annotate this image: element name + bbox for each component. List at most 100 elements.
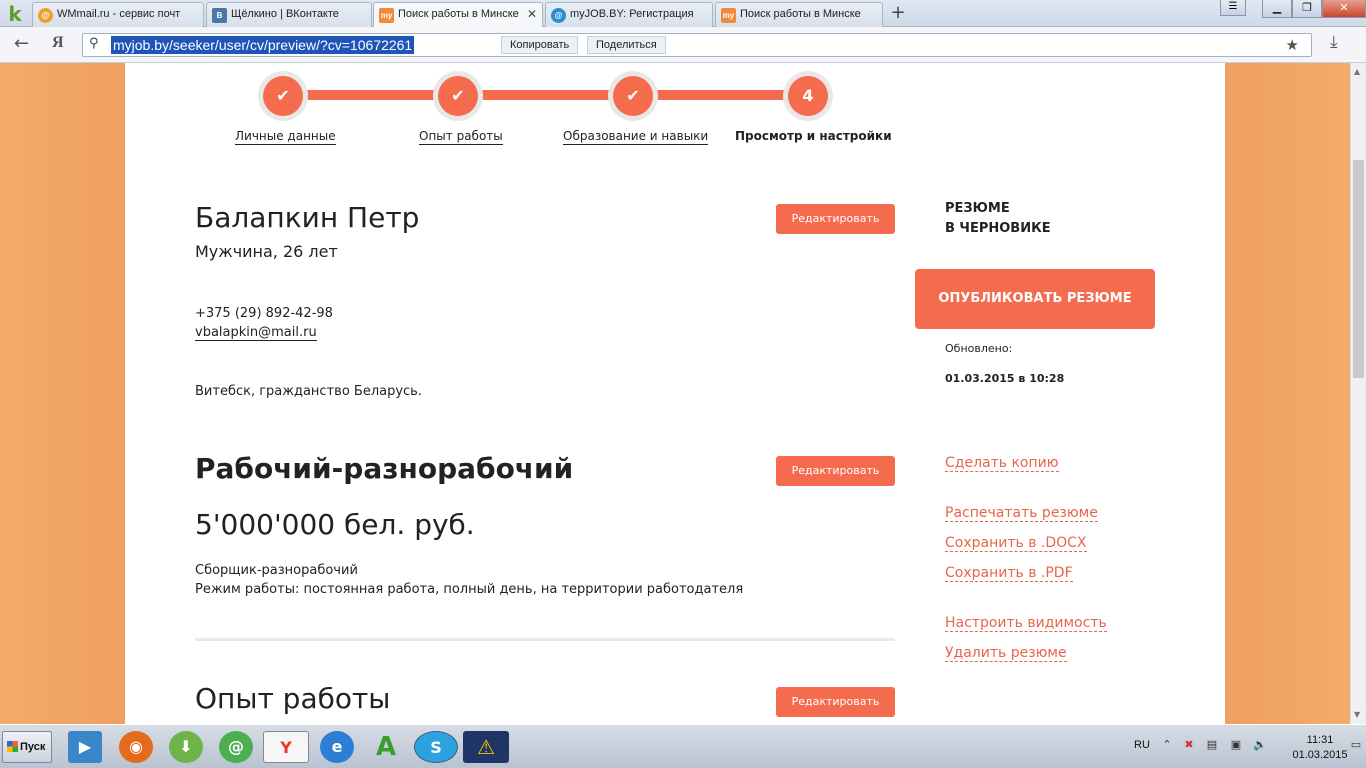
desired-salary: 5'000'000 бел. руб. — [195, 508, 475, 541]
scroll-up-icon[interactable]: ▲ — [1354, 67, 1360, 76]
clipboard-icon[interactable]: ▤ — [1205, 738, 1219, 752]
search-icon: ⚲ — [89, 36, 99, 51]
email-link[interactable]: vbalapkin@mail.ru — [195, 325, 317, 341]
windows-taskbar: Пуск ▶ ◉ ⬇ @ Y e A S ⚠ RU ⌃ ✖ ▤ ▣ 🔈 11:3… — [0, 724, 1366, 768]
step-number: 4 — [788, 76, 828, 116]
step-label-personal[interactable]: Личные данные — [235, 129, 336, 145]
tab-myjob-registration[interactable]: @ myJOB.BY: Регистрация — [545, 2, 713, 27]
language-indicator[interactable]: RU — [1134, 739, 1150, 751]
new-tab-plus-icon[interactable]: + — [887, 3, 909, 23]
check-icon: ✔ — [613, 76, 653, 116]
wmmail-icon: @ — [38, 8, 53, 23]
url-text[interactable]: myjob.by/seeker/user/cv/preview/?cv=1067… — [111, 36, 415, 54]
step-3-education[interactable]: ✔ — [608, 71, 658, 121]
publish-resume-button[interactable]: ОПУБЛИКОВАТЬ РЕЗЮМЕ — [915, 269, 1155, 329]
myjob-round-icon: @ — [551, 8, 566, 23]
myjob-icon: my — [379, 8, 394, 23]
firefox-icon[interactable]: ◉ — [119, 731, 153, 763]
network-error-icon[interactable]: ✖ — [1182, 738, 1196, 752]
visibility-settings-link[interactable]: Настроить видимость — [945, 615, 1107, 632]
clock-date: 01.03.2015 — [1292, 749, 1348, 761]
url-field[interactable]: ⚲ myjob.by/seeker/user/cv/preview/?cv=10… — [82, 33, 1312, 57]
check-icon: ✔ — [263, 76, 303, 116]
windows-flag-icon — [7, 741, 18, 752]
edit-position-button[interactable]: Редактировать — [776, 456, 895, 486]
updated-date: 01.03.2015 в 10:28 — [945, 372, 1065, 385]
myjob-icon: my — [721, 8, 736, 23]
tray-expand-icon[interactable]: ⌃ — [1160, 738, 1174, 752]
start-button[interactable]: Пуск — [2, 731, 52, 763]
step-2-experience[interactable]: ✔ — [433, 71, 483, 121]
tab-label: Поиск работы в Минске — [398, 8, 519, 20]
stepper-progress-line — [283, 90, 808, 100]
resume-status: РЕЗЮМЕ В ЧЕРНОВИКЕ — [945, 199, 1051, 239]
location-citizenship: Витебск, гражданство Беларусь. — [195, 384, 422, 399]
status-line-1: РЕЗЮМЕ — [945, 201, 1010, 216]
tab-label: WMmail.ru - сервис почт — [57, 8, 181, 20]
step-label-preview: Просмотр и настройки — [735, 129, 892, 143]
step-label-experience[interactable]: Опыт работы — [419, 129, 503, 145]
yandex-browser-icon[interactable]: Y — [263, 731, 309, 763]
phone-number: +375 (29) 892-42-98 — [195, 306, 333, 321]
tab-vkontakte[interactable]: В Щёлкино | ВКонтакте — [206, 2, 372, 27]
restore-icon[interactable]: ❐ — [1292, 0, 1322, 18]
clock-time: 11:31 — [1306, 734, 1334, 746]
candidate-name: Балапкин Петр — [195, 201, 420, 234]
network-icon[interactable]: ▣ — [1229, 738, 1243, 752]
warning-app-icon[interactable]: ⚠ — [463, 731, 509, 763]
scroll-down-icon[interactable]: ▼ — [1354, 710, 1360, 719]
step-label-education[interactable]: Образование и навыки — [563, 129, 709, 145]
save-pdf-link[interactable]: Сохранить в .PDF — [945, 565, 1073, 582]
save-docx-link[interactable]: Сохранить в .DOCX — [945, 535, 1087, 552]
address-bar: ← Я ⚲ myjob.by/seeker/user/cv/preview/?c… — [0, 27, 1366, 63]
section-divider — [195, 638, 895, 641]
check-icon: ✔ — [438, 76, 478, 116]
updated-label: Обновлено: — [945, 342, 1013, 355]
status-line-2: В ЧЕРНОВИКЕ — [945, 221, 1051, 236]
edit-experience-button[interactable]: Редактировать — [776, 687, 895, 717]
desired-position: Рабочий-разнорабочий — [195, 452, 574, 485]
back-arrow-icon[interactable]: ← — [14, 33, 29, 54]
browser-logo-icon[interactable]: k — [2, 2, 28, 26]
step-1-personal[interactable]: ✔ — [258, 71, 308, 121]
bookmark-star-icon[interactable]: ★ — [1286, 36, 1299, 54]
close-window-icon[interactable]: ✕ — [1322, 0, 1366, 18]
download-arrow-icon[interactable]: ⤓ — [1330, 32, 1338, 52]
print-resume-link[interactable]: Распечатать резюме — [945, 505, 1098, 522]
edit-personal-button[interactable]: Редактировать — [776, 204, 895, 234]
mail-agent-icon[interactable]: @ — [219, 731, 253, 763]
green-a-app-icon[interactable]: A — [369, 731, 403, 763]
tab-label: myJOB.BY: Регистрация — [570, 8, 694, 20]
tab-myjob-search-2[interactable]: my Поиск работы в Минске — [715, 2, 883, 27]
media-player-icon[interactable]: ▶ — [68, 731, 102, 763]
tab-wmmail[interactable]: @ WMmail.ru - сервис почт — [32, 2, 204, 27]
notification-icon[interactable]: ▭ — [1349, 738, 1363, 752]
gender-age: Мужчина, 26 лет — [195, 242, 338, 261]
tab-label: Поиск работы в Минске — [740, 8, 861, 20]
scroll-thumb[interactable] — [1353, 160, 1364, 378]
skype-icon[interactable]: S — [414, 731, 458, 763]
browser-menu-icon[interactable]: ☰ — [1220, 0, 1246, 16]
copy-url-button[interactable]: Копировать — [501, 36, 579, 54]
vk-icon: В — [212, 8, 227, 23]
tab-label: Щёлкино | ВКонтакте — [231, 8, 339, 20]
step-4-preview: 4 — [783, 71, 833, 121]
minimize-icon[interactable]: ▁ — [1262, 0, 1292, 18]
volume-icon[interactable]: 🔈 — [1253, 738, 1267, 752]
internet-explorer-icon[interactable]: e — [320, 731, 354, 763]
delete-resume-link[interactable]: Удалить резюме — [945, 645, 1067, 662]
system-clock[interactable]: 11:31 01.03.2015 — [1292, 733, 1348, 763]
close-tab-icon[interactable]: ✕ — [527, 7, 537, 21]
tab-myjob-search-active[interactable]: my Поиск работы в Минске ✕ — [373, 2, 543, 28]
make-copy-link[interactable]: Сделать копию — [945, 455, 1059, 472]
start-label: Пуск — [20, 741, 46, 753]
page-scrollbar[interactable]: ▲ ▼ — [1350, 63, 1366, 724]
work-mode: Режим работы: постоянная работа, полный … — [195, 582, 744, 597]
experience-section-title: Опыт работы — [195, 682, 391, 715]
share-url-button[interactable]: Поделиться — [587, 36, 666, 54]
download-manager-icon[interactable]: ⬇ — [169, 731, 203, 763]
yandex-button[interactable]: Я — [52, 34, 64, 52]
page-viewport: ✔ ✔ ✔ 4 Личные данные Опыт работы Образо… — [0, 63, 1350, 724]
specialization: Сборщик-разнорабочий — [195, 563, 358, 578]
browser-tab-bar: k @ WMmail.ru - сервис почт В Щёлкино | … — [0, 0, 1366, 28]
